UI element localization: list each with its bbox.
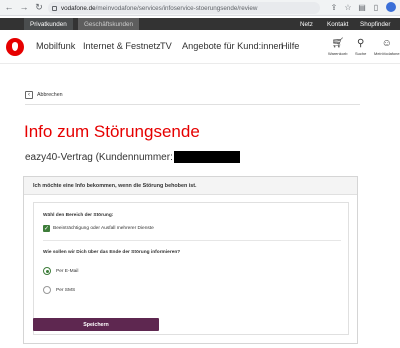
link-shopfinder[interactable]: Shopfinder <box>360 18 390 30</box>
nav-mobilfunk[interactable]: Mobilfunk <box>36 41 75 51</box>
card-header: Ich möchte eine Info bekommen, wenn die … <box>24 177 357 195</box>
page-title: Info zum Störungsende <box>24 122 200 141</box>
sidepanel-icon[interactable]: ▯ <box>372 3 380 12</box>
link-netz[interactable]: Netz <box>300 18 313 30</box>
url-text: vodafone.de/meinvodafone/services/infose… <box>61 4 258 12</box>
account-button[interactable]: ☺ MeinVodafone <box>374 38 400 57</box>
checkbox-checked-icon[interactable]: ✓ <box>43 225 50 232</box>
nav-angebote[interactable]: Angebote für Kund:innen <box>182 41 284 51</box>
reload-icon[interactable]: ↻ <box>33 2 45 14</box>
link-kontakt[interactable]: Kontakt <box>327 18 348 30</box>
question-channel: Wie sollen wir Dich über das Ende der St… <box>43 250 181 255</box>
form-divider <box>43 240 341 241</box>
main-navigation: Mobilfunk Internet & Festnetz TV Angebot… <box>0 30 400 64</box>
checkbox-multiple-services[interactable]: ✓ Beeinträchtigung oder Ausfall mehrerer… <box>43 225 154 232</box>
cart-button[interactable]: 🛒︎ Warenkorb <box>328 38 347 57</box>
nav-internet-festnetz[interactable]: Internet & Festnetz <box>83 41 161 51</box>
nav-tv[interactable]: TV <box>160 41 172 51</box>
star-icon[interactable]: ☆ <box>344 3 352 12</box>
cancel-link[interactable]: ‹ Abbrechen <box>25 91 63 99</box>
user-icon: ☺ <box>381 38 392 49</box>
segment-bar: Privatkunden Geschäftskunden Netz Kontak… <box>0 18 400 30</box>
vodafone-logo[interactable] <box>6 38 24 56</box>
search-button[interactable]: ⚲ Suche <box>355 38 366 57</box>
question-area: Wähl den Bereich der Störung: <box>43 213 114 218</box>
radio-unselected-icon[interactable] <box>43 286 51 294</box>
cart-icon: 🛒︎ <box>331 38 345 49</box>
back-arrow-icon[interactable]: ← <box>3 2 15 14</box>
extensions-icon[interactable]: ▤ <box>358 3 366 12</box>
notification-card: Ich möchte eine Info bekommen, wenn die … <box>23 176 358 344</box>
divider <box>25 104 360 105</box>
forward-arrow-icon[interactable]: → <box>18 2 30 14</box>
tab-geschaeftskunden[interactable]: Geschäftskunden <box>78 18 140 30</box>
contract-info: eazy40-Vertrag (Kundennummer: <box>25 151 240 163</box>
save-button[interactable]: Speichern <box>33 318 159 331</box>
search-icon: ⚲ <box>357 38 365 49</box>
address-bar[interactable]: vodafone.de/meinvodafone/services/infose… <box>48 2 320 14</box>
share-icon[interactable]: ⇪ <box>330 3 338 12</box>
redacted-customer-number <box>173 151 240 163</box>
browser-toolbar: ← → ↻ vodafone.de/meinvodafone/services/… <box>0 0 400 16</box>
radio-email[interactable]: Per E-Mail <box>43 267 78 275</box>
nav-hilfe[interactable]: Hilfe <box>281 41 299 51</box>
form-panel: Wähl den Bereich der Störung: ✓ Beeinträ… <box>33 202 349 335</box>
profile-avatar[interactable] <box>386 2 396 12</box>
radio-selected-icon[interactable] <box>43 267 51 275</box>
radio-sms[interactable]: Per SMS <box>43 286 75 294</box>
tab-privatkunden[interactable]: Privatkunden <box>24 18 73 30</box>
lock-icon <box>52 5 57 11</box>
chevron-left-icon: ‹ <box>25 91 33 99</box>
